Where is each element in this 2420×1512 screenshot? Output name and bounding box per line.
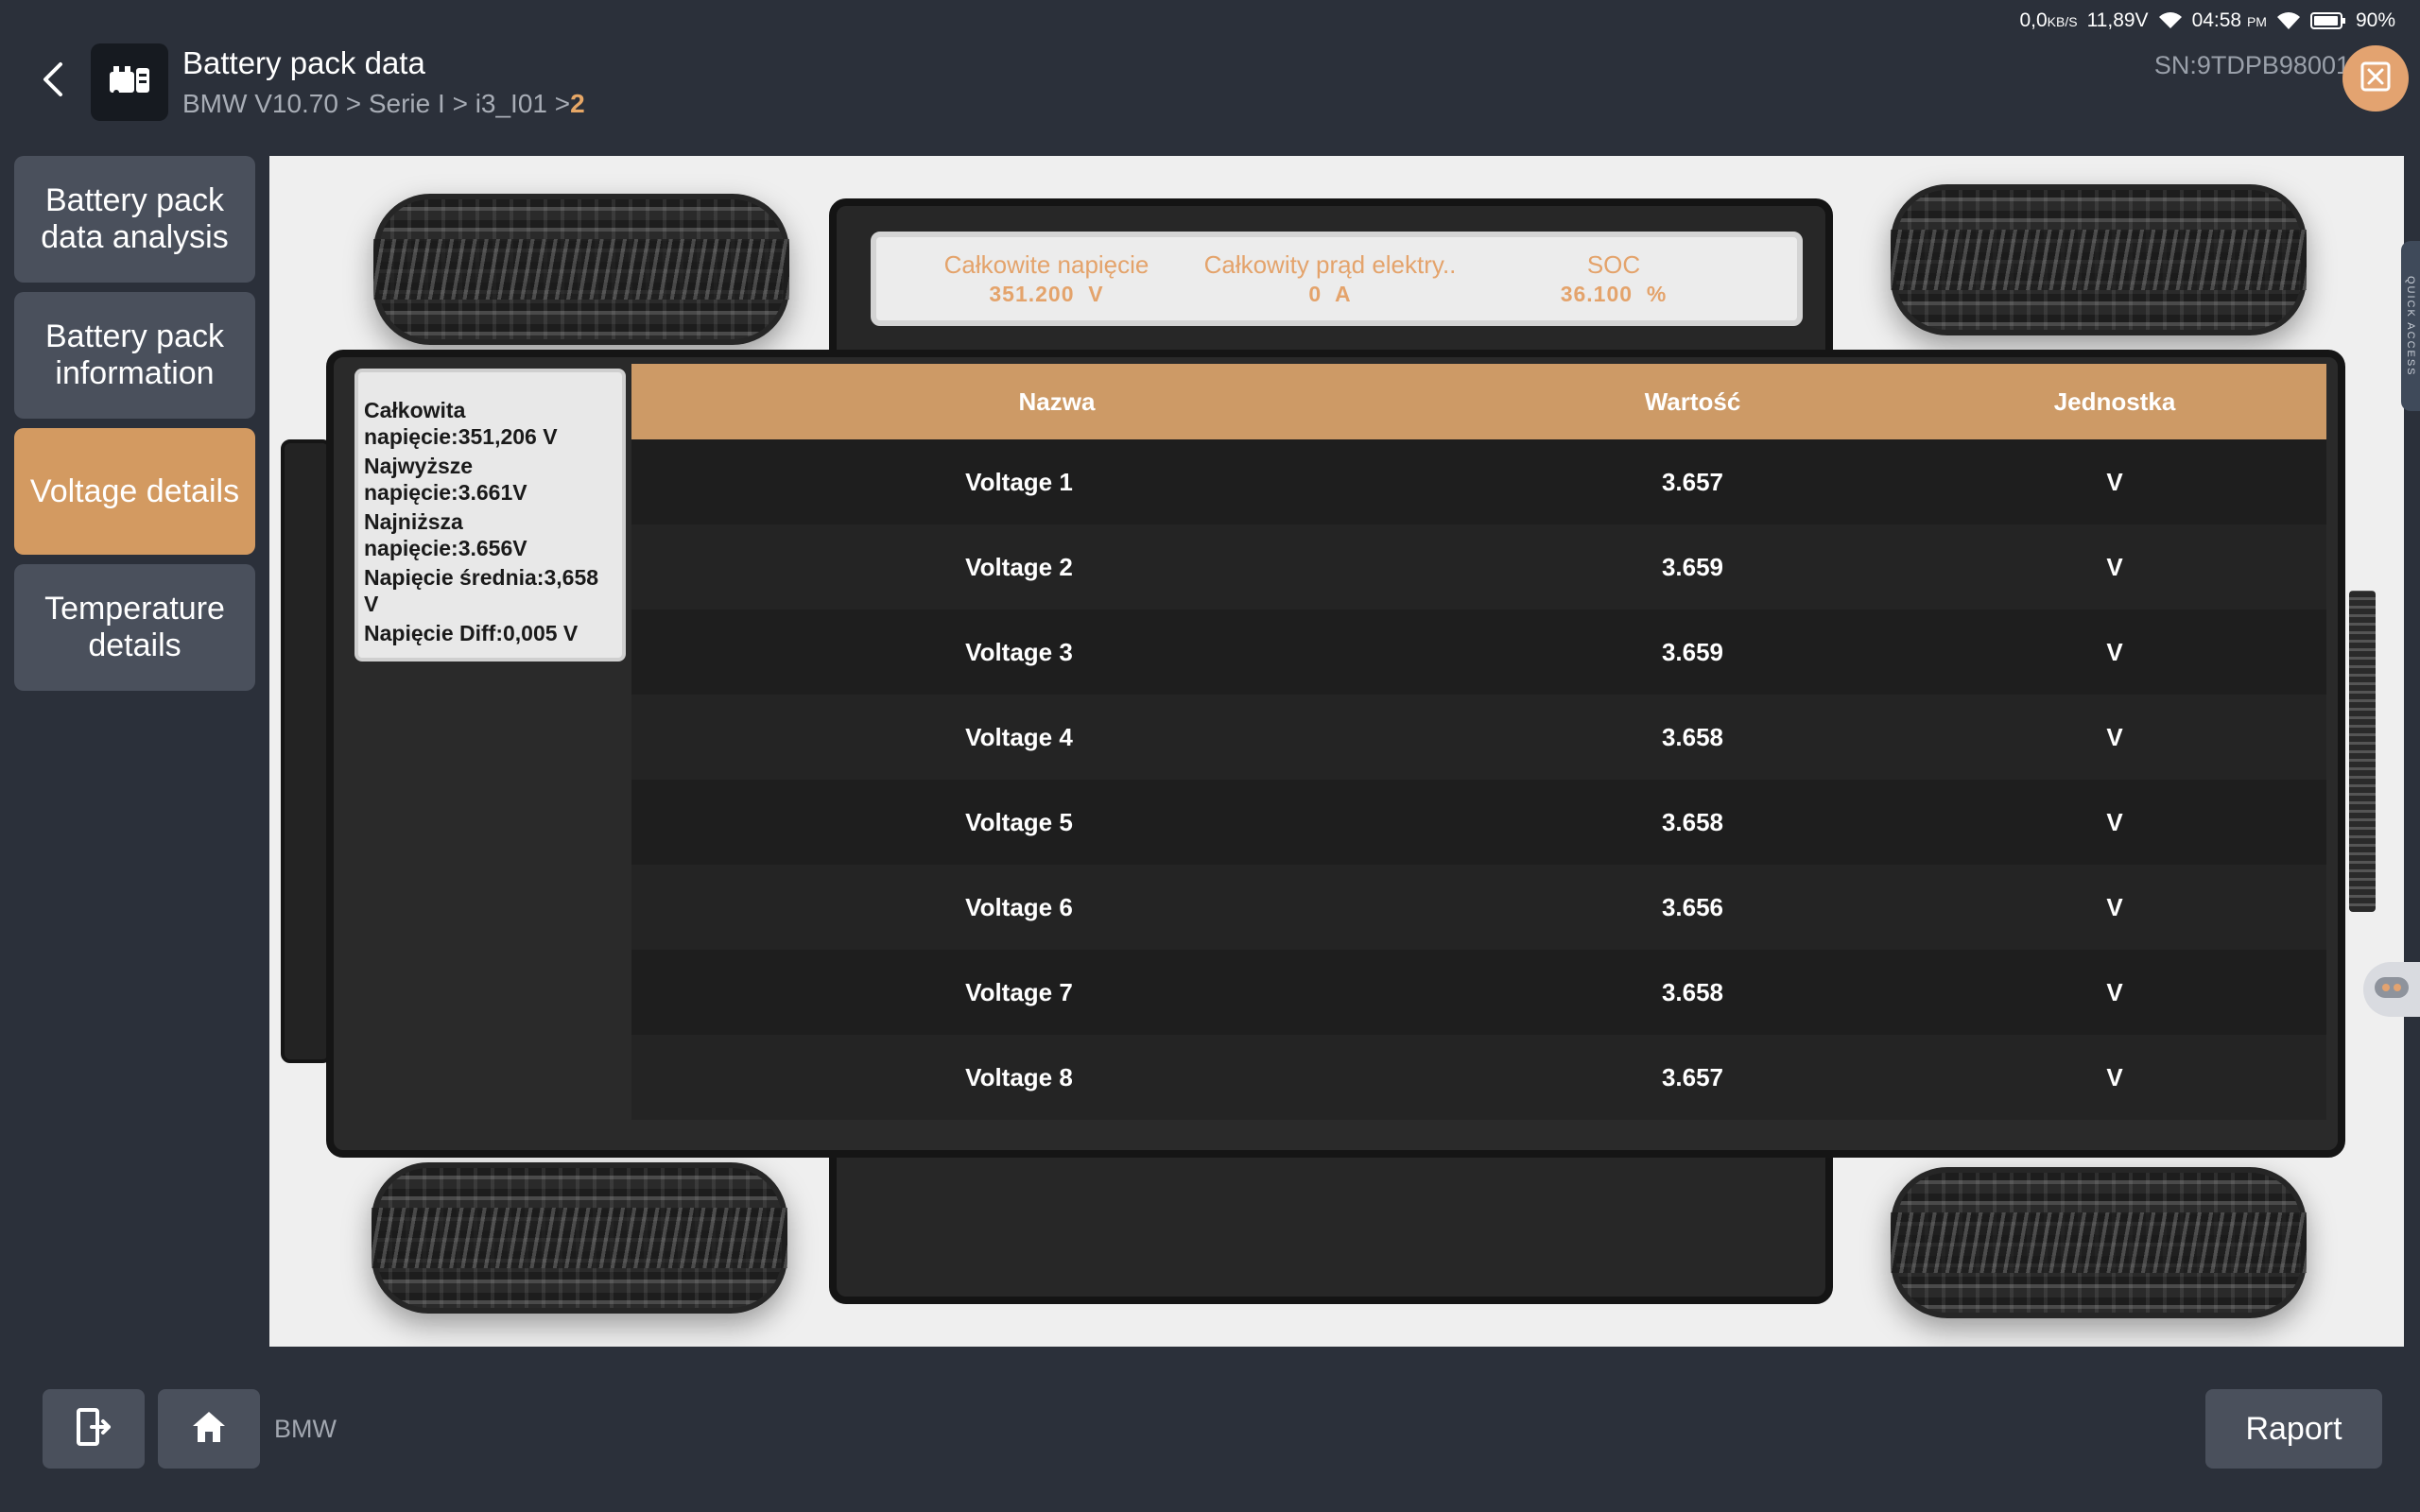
summary-total-voltage: Całkowite napięcie 351.200 V — [943, 250, 1150, 306]
cell-unit: V — [2106, 807, 2123, 836]
tire-rear-right — [1891, 1167, 2307, 1318]
voltage-stats-card: Całkowita napięcie:351,206 V Najwyższe n… — [354, 369, 626, 662]
sidebar-item-information[interactable]: Battery pack information — [14, 292, 255, 419]
table-row[interactable]: Voltage 6 3.656 V — [631, 865, 2326, 950]
quick-access-tab[interactable]: QUICK ACCESS — [2401, 241, 2420, 411]
summary-total-current: Całkowity prąd elektry.. 0 A — [1203, 250, 1457, 306]
back-button[interactable] — [34, 59, 72, 104]
stats-total-voltage: Całkowita napięcie:351,206 V — [364, 398, 558, 449]
column-header-unit: Jednostka — [2053, 387, 2176, 416]
breadcrumb-path: BMW V10.70 > Serie I > i3_I01 > — [182, 89, 571, 118]
cell-name: Voltage 7 — [965, 977, 1073, 1006]
tire-rear-left — [372, 1162, 787, 1314]
chevron-left-icon — [42, 60, 64, 103]
robot-icon — [2373, 973, 2411, 1006]
cell-value: 3.657 — [1661, 467, 1724, 496]
home-button[interactable] — [158, 1389, 260, 1469]
cell-value: 3.656 — [1661, 892, 1724, 921]
voltage-table[interactable]: Nazwa Wartość Jednostka Voltage 1 3.657 … — [631, 364, 2326, 1148]
cell-name: Voltage 2 — [965, 552, 1073, 581]
exit-fullscreen-button[interactable] — [2342, 45, 2409, 112]
chassis-right-rail — [2349, 591, 2376, 912]
table-body: Voltage 1 3.657 V Voltage 2 3.659 V Volt… — [631, 439, 2326, 1120]
exit-button[interactable] — [43, 1389, 145, 1469]
stats-diff-voltage: Napięcie Diff:0,005 V — [364, 621, 579, 645]
cell-value: 3.658 — [1661, 807, 1724, 836]
table-row[interactable]: Voltage 2 3.659 V — [631, 524, 2326, 610]
cell-unit: V — [2106, 637, 2123, 666]
table-row[interactable]: Voltage 1 3.657 V — [631, 439, 2326, 524]
page-title: Battery pack data — [182, 45, 425, 80]
cell-unit: V — [2106, 552, 2123, 581]
cell-name: Voltage 3 — [965, 637, 1073, 666]
table-header: Nazwa Wartość Jednostka — [631, 364, 2326, 439]
brand-label: BMW — [274, 1415, 337, 1443]
cell-name: Voltage 4 — [965, 722, 1073, 751]
table-row[interactable]: Voltage 4 3.658 V — [631, 695, 2326, 780]
battery-percent: 90% — [2355, 9, 2395, 31]
cell-unit: V — [2106, 977, 2123, 1006]
cell-value: 3.659 — [1661, 637, 1724, 666]
stats-max-voltage: Najwyższe napięcie:3.661V — [364, 454, 527, 505]
cell-value: 3.658 — [1661, 722, 1724, 751]
app-icon — [91, 43, 168, 121]
tire-front-right — [1891, 184, 2307, 335]
cell-value: 3.658 — [1661, 977, 1724, 1006]
stats-min-voltage: Najniższa napięcie:3.656V — [364, 509, 527, 560]
cell-unit: V — [2106, 892, 2123, 921]
battery-pack-icon — [108, 62, 151, 103]
exit-door-icon — [75, 1407, 112, 1452]
cell-unit: V — [2106, 1062, 2123, 1091]
chassis-side-rail — [281, 439, 332, 1063]
column-header-name: Nazwa — [1018, 387, 1096, 416]
report-button[interactable]: Raport — [2205, 1389, 2382, 1469]
table-row[interactable]: Voltage 8 3.657 V — [631, 1035, 2326, 1120]
sidebar-item-voltage-details[interactable]: Voltage details — [14, 428, 255, 555]
table-row[interactable]: Voltage 3 3.659 V — [631, 610, 2326, 695]
column-header-value: Wartość — [1644, 387, 1741, 416]
sidebar-item-data-analysis[interactable]: Battery pack data analysis — [14, 156, 255, 283]
cell-name: Voltage 6 — [965, 892, 1073, 921]
network-speed: 0,0KB/S — [2019, 9, 2078, 31]
wifi-icon — [2276, 11, 2301, 30]
clock: 04:58 PM — [2191, 9, 2267, 31]
serial-number: SN:9TDPB98001 — [2153, 51, 2350, 79]
assistant-handle[interactable] — [2363, 962, 2420, 1017]
vci-wifi-icon — [2158, 11, 2183, 30]
sidebar: Battery pack data analysis Battery pack … — [14, 156, 255, 700]
vehicle-voltage: 11,89V — [2086, 9, 2149, 31]
cell-name: Voltage 1 — [965, 467, 1073, 496]
breadcrumb-current: 2 — [570, 89, 585, 118]
cell-unit: V — [2106, 467, 2123, 496]
tire-front-left — [373, 194, 789, 345]
sidebar-item-temperature-details[interactable]: Temperature details — [14, 564, 255, 691]
summary-soc: SOC 36.100 % — [1560, 250, 1668, 306]
cell-unit: V — [2106, 722, 2123, 751]
exit-fullscreen-icon — [2360, 60, 2392, 97]
cell-name: Voltage 5 — [965, 807, 1073, 836]
table-row[interactable]: Voltage 5 3.658 V — [631, 780, 2326, 865]
home-icon — [190, 1409, 228, 1450]
battery-icon — [2309, 11, 2346, 30]
cell-value: 3.659 — [1661, 552, 1724, 581]
stats-avg-voltage: Napięcie średnia:3,658 V — [364, 565, 599, 616]
battery-pack-view: Całkowite napięcie 351.200 V Całkowity p… — [269, 156, 2404, 1347]
cell-name: Voltage 8 — [965, 1062, 1073, 1091]
breadcrumb: BMW V10.70 > Serie I > i3_I01 > 2 — [182, 89, 585, 119]
table-row[interactable]: Voltage 7 3.658 V — [631, 950, 2326, 1035]
summary-panel: Całkowite napięcie 351.200 V Całkowity p… — [871, 232, 1803, 326]
cell-value: 3.657 — [1661, 1062, 1724, 1091]
status-bar: 0,0KB/S 11,89V 04:58 PM 90% — [2019, 8, 2395, 34]
